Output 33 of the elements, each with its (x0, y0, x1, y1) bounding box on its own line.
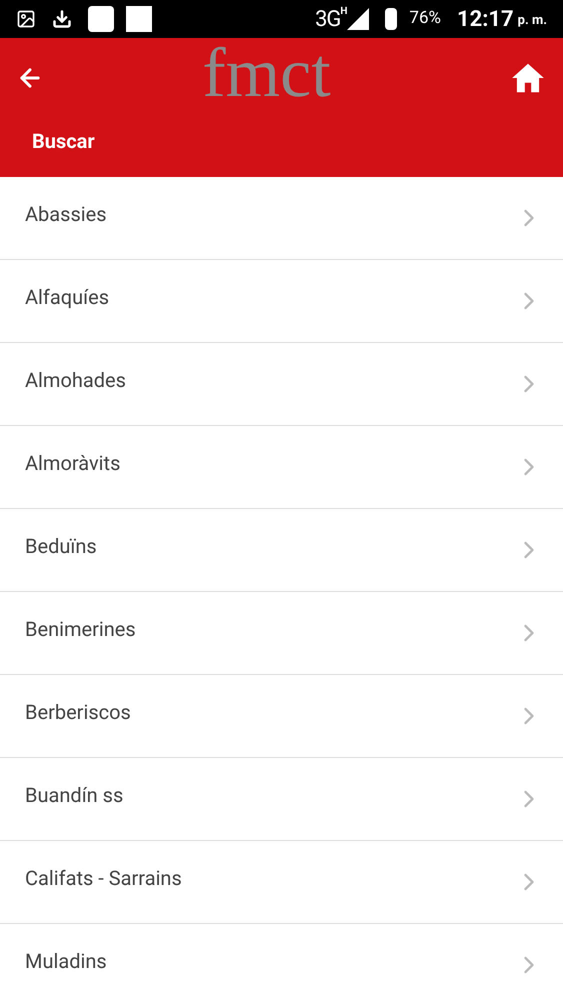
list-item[interactable]: Muladins (0, 924, 563, 1000)
battery-percent: 76% (409, 7, 441, 30)
notification-icon (126, 6, 152, 32)
list-item[interactable]: Beduïns (0, 509, 563, 592)
clock: 12:17 (456, 6, 514, 34)
list-item[interactable]: Buandín ss (0, 758, 563, 841)
item-label: Alfaquíes (25, 284, 110, 311)
item-label: Berberiscos (25, 699, 132, 726)
list-item[interactable]: Abassies (0, 177, 563, 260)
search-label: Buscar (32, 129, 95, 153)
download-icon (52, 9, 72, 29)
list-item[interactable]: Almohades (0, 343, 563, 426)
item-label: Abassies (25, 201, 108, 228)
logo: fmct (202, 39, 331, 109)
battery-icon (385, 8, 398, 30)
list-item[interactable]: Benimerines (0, 592, 563, 675)
notification-icon (88, 6, 114, 32)
item-label: Buandín ss (25, 782, 124, 809)
item-label: Muladins (25, 948, 108, 975)
network-type: 3G (315, 6, 340, 34)
signal-icon (347, 8, 370, 30)
item-label: Almohades (25, 367, 127, 394)
item-label: Benimerines (25, 616, 137, 643)
list-item[interactable]: Califats - Sarrains (0, 841, 563, 924)
list-item[interactable]: Berberiscos (0, 675, 563, 758)
network-subtype: H (340, 5, 348, 19)
item-label: Califats - Sarrains (25, 865, 183, 892)
item-label: Almoràvits (25, 450, 122, 477)
list-item[interactable]: Alfaquíes (0, 260, 563, 343)
am-pm: p. m. (518, 12, 547, 30)
image-icon (16, 9, 36, 29)
list-item[interactable]: Almoràvits (0, 426, 563, 509)
item-label: Beduïns (25, 533, 98, 560)
